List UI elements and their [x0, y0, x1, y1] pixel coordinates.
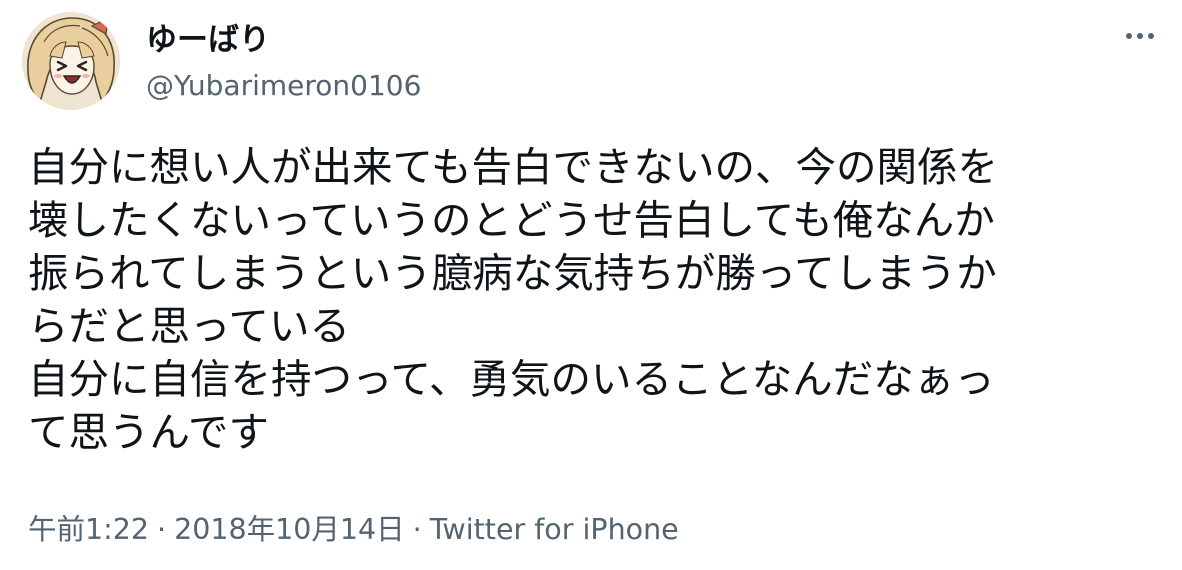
- tweet-metadata: 午前1:22 · 2018年10月14日 · Twitter for iPhone: [28, 508, 679, 552]
- tweet-text-line: 自分に自信を持つって、勇気のいることなんだなぁっ: [28, 355, 995, 403]
- tweet-text-line: 壊したくないっていうのとどうせ告白しても俺なんか: [28, 196, 995, 244]
- tweet-time: 午前1:22: [28, 513, 149, 546]
- meta-separator: ·: [412, 513, 422, 546]
- user-handle[interactable]: @Yubarimeron0106: [146, 66, 421, 106]
- meta-separator: ·: [157, 513, 167, 546]
- tweet-card: ゆーばり @Yubarimeron0106 自分に想い人が出来ても告白できないの…: [0, 0, 1182, 570]
- user-names: ゆーばり @Yubarimeron0106: [146, 20, 421, 106]
- tweet-date: 2018年10月14日: [174, 513, 405, 546]
- avatar[interactable]: [22, 12, 120, 110]
- avatar-illustration: [22, 12, 120, 110]
- tweet-text-line: 自分に想い人が出来ても告白できないの、今の関係を: [28, 143, 998, 191]
- tweet-text: 自分に想い人が出来ても告白できないの、今の関係を 壊したくないっていうのとどうせ…: [28, 141, 1158, 459]
- more-horizontal-icon: [1126, 33, 1132, 39]
- display-name[interactable]: ゆーばり: [146, 20, 421, 60]
- tweet-text-line: らだと思っている: [28, 302, 350, 350]
- more-horizontal-icon-dot: [1137, 33, 1143, 39]
- tweet-header: ゆーばり @Yubarimeron0106: [22, 12, 1162, 112]
- more-horizontal-icon-dot: [1148, 33, 1154, 39]
- tweet-timestamp-link[interactable]: 午前1:22 · 2018年10月14日: [28, 513, 405, 546]
- tweet-text-line: 振られてしまうという臆病な気持ちが勝ってしまうか: [28, 249, 997, 297]
- more-options-button[interactable]: [1118, 24, 1162, 48]
- tweet-text-line: て思うんです: [28, 408, 269, 456]
- tweet-source-link[interactable]: Twitter for iPhone: [430, 513, 679, 546]
